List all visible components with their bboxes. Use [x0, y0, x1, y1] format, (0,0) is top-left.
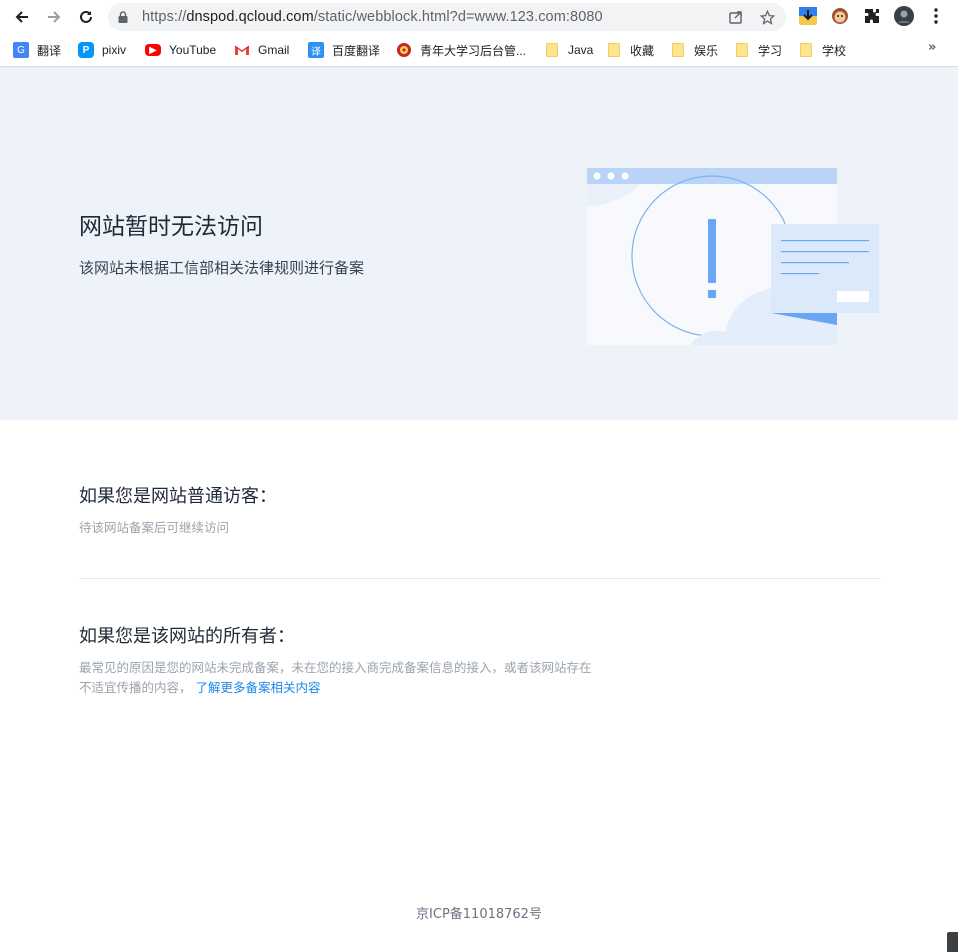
bookmark-label: 娱乐: [694, 43, 719, 58]
warning-illustration: [587, 168, 879, 345]
puzzle-extensions-icon[interactable]: [862, 6, 882, 26]
owner-text-line1: 最常见的原因是您的网站未完成备案，未在您的接入商完成备案信息的接入，或者该网站存…: [79, 660, 592, 675]
learn-more-link[interactable]: 了解更多备案相关内容: [196, 680, 321, 695]
window-dot: [621, 172, 629, 180]
youtube-icon: ▶: [145, 44, 161, 56]
owner-text: 最常见的原因是您的网站未完成备案，未在您的接入商完成备案信息的接入，或者该网站存…: [79, 658, 592, 698]
back-arrow-icon[interactable]: [10, 6, 34, 28]
bookmark-folder-favorites[interactable]: 收藏: [606, 40, 654, 60]
bookmark-gmail[interactable]: Gmail: [234, 40, 289, 60]
corner-scroll-tab[interactable]: [947, 932, 958, 952]
hero-banner: 网站暂时无法访问 该网站未根据工信部相关法律规则进行备案: [0, 67, 958, 420]
bookmark-translate[interactable]: G 翻译: [13, 40, 61, 60]
bookmark-baidu-translate[interactable]: 译 百度翻译: [308, 40, 380, 60]
google-translate-icon: G: [13, 42, 29, 58]
bookmark-label: pixiv: [102, 43, 127, 57]
baidu-translate-icon: 译: [308, 42, 324, 58]
bookmark-folder-school[interactable]: 学校: [798, 40, 846, 60]
folder-icon: [798, 42, 814, 58]
bookmark-folder-study[interactable]: 学习: [734, 40, 782, 60]
folder-icon: [544, 42, 560, 58]
bookmark-folder-entertainment[interactable]: 娱乐: [670, 40, 718, 60]
bookmark-label: 学习: [758, 43, 783, 58]
address-bar[interactable]: https://dnspod.qcloud.com/static/webbloc…: [108, 3, 786, 31]
download-extension-icon[interactable]: [798, 6, 818, 26]
url-host: dnspod.qcloud.com: [186, 9, 314, 25]
more-menu-icon[interactable]: [926, 6, 946, 26]
monkey-extension-icon[interactable]: [830, 6, 850, 26]
url-text[interactable]: https://dnspod.qcloud.com/static/webbloc…: [142, 3, 603, 31]
owner-heading: 如果您是该网站的所有者：: [79, 626, 295, 647]
forward-arrow-icon[interactable]: [42, 6, 66, 28]
bookmarks-overflow-chevron-icon[interactable]: »: [928, 40, 936, 55]
visitor-heading: 如果您是网站普通访客：: [79, 486, 277, 507]
page-title: 网站暂时无法访问: [79, 214, 263, 240]
document-button: [837, 291, 869, 302]
bookmark-label: Gmail: [258, 43, 290, 57]
icp-footer[interactable]: 京ICP备11018762号: [0, 903, 958, 922]
profile-avatar-icon[interactable]: [894, 6, 914, 26]
window-dot: [607, 172, 615, 180]
url-path: /static/webblock.html?d=www.123.com:8080: [313, 9, 603, 25]
bookmarks-bar: G 翻译 P pixiv ▶ YouTube Gmail 译 百度翻译 青年大学…: [0, 34, 958, 67]
visitor-text: 待该网站备案后可继续访问: [79, 520, 230, 535]
owner-text-line2: 不适宜传播的内容，: [79, 680, 192, 695]
reload-icon[interactable]: [74, 6, 98, 28]
url-scheme: https://: [142, 9, 187, 25]
bookmark-label: 收藏: [630, 43, 655, 58]
youth-league-icon: [396, 42, 412, 58]
folder-icon: [606, 42, 622, 58]
lock-icon[interactable]: [118, 11, 128, 23]
folder-icon: [734, 42, 750, 58]
bookmark-label: 翻译: [37, 43, 62, 58]
bookmark-label: YouTube: [169, 43, 217, 57]
bookmark-label: Java: [568, 43, 594, 57]
bookmark-label: 百度翻译: [332, 43, 381, 58]
bookmark-star-icon[interactable]: [759, 9, 775, 25]
gmail-icon: [234, 42, 250, 58]
bookmark-youth-study[interactable]: 青年大学习后台管...: [396, 40, 526, 60]
bookmark-youtube[interactable]: ▶ YouTube: [145, 40, 216, 60]
bookmark-label: 青年大学习后台管...: [420, 43, 527, 58]
exclamation-dot: [708, 290, 716, 298]
folder-icon: [670, 42, 686, 58]
window-dot: [593, 172, 601, 180]
section-divider: [79, 578, 881, 579]
bookmark-folder-java[interactable]: Java: [544, 40, 593, 60]
exclamation-bar: [708, 219, 716, 283]
browser-toolbar: https://dnspod.qcloud.com/static/webbloc…: [0, 0, 958, 34]
bookmark-pixiv[interactable]: P pixiv: [78, 40, 126, 60]
pixiv-icon: P: [78, 42, 94, 58]
share-icon[interactable]: [728, 9, 744, 25]
bookmark-label: 学校: [822, 43, 847, 58]
page-subtitle: 该网站未根据工信部相关法律规则进行备案: [79, 259, 365, 277]
